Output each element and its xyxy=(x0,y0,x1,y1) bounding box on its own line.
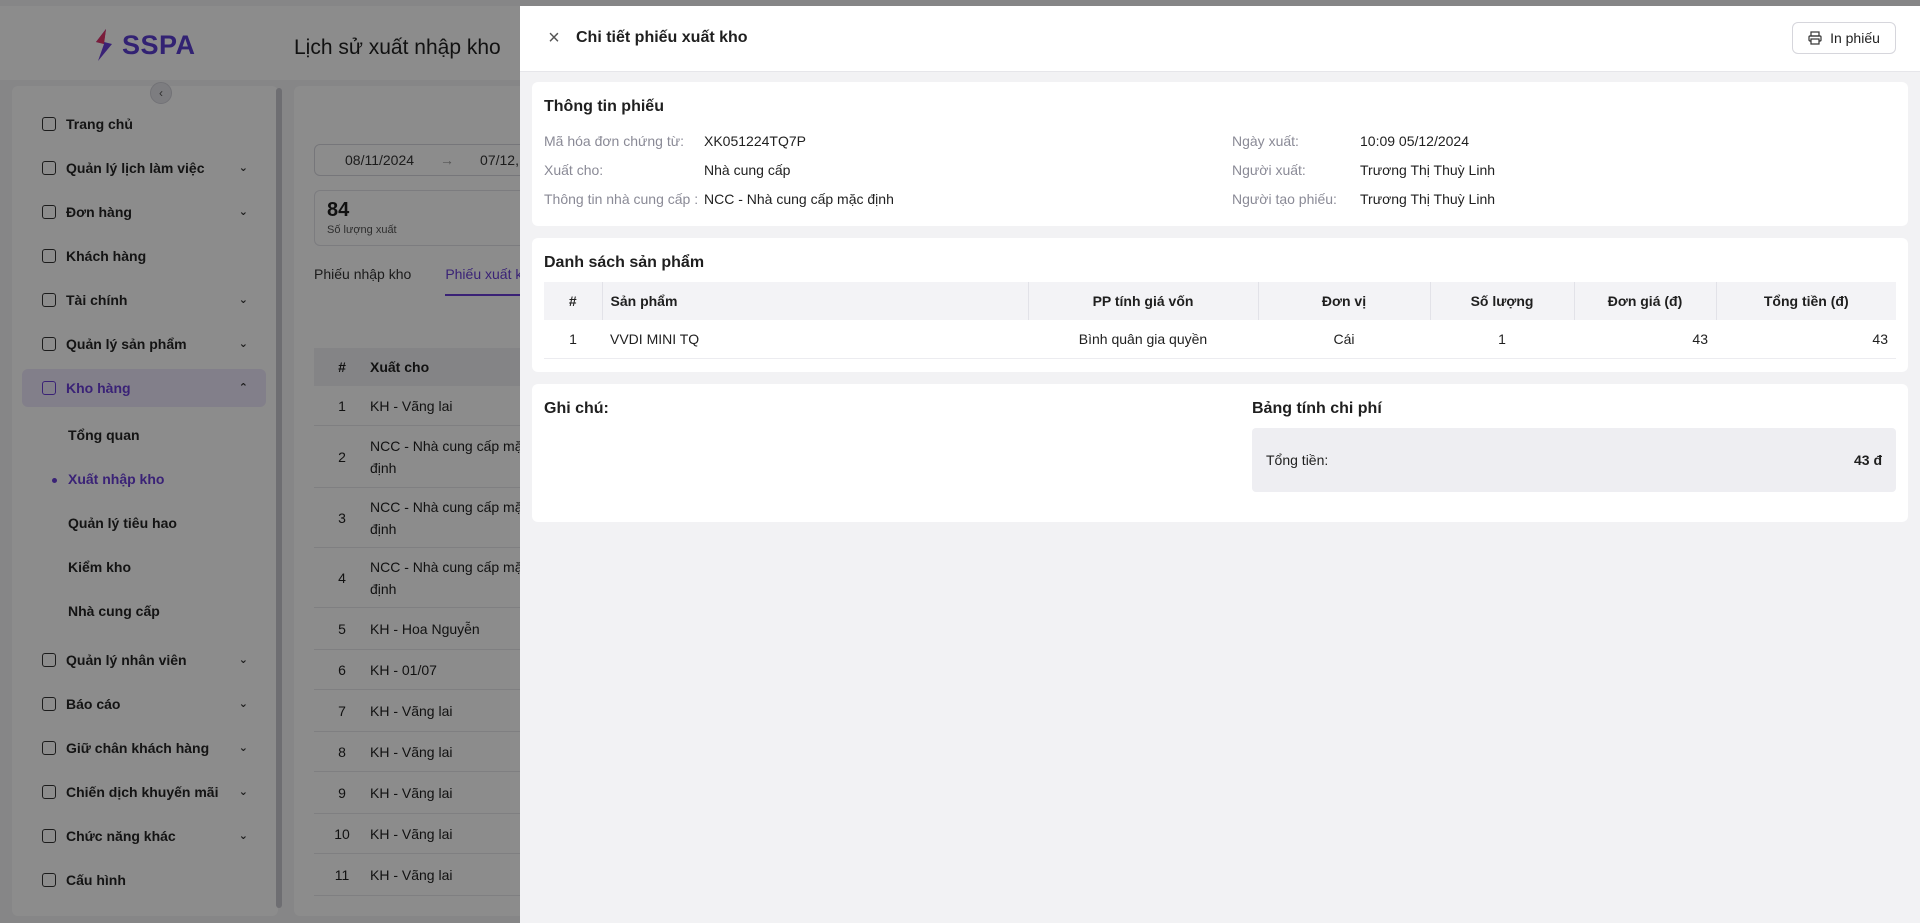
export-slip-detail-drawer: × Chi tiết phiếu xuất kho In phiếu Thông… xyxy=(520,6,1920,923)
column-header: Tổng tiền (đ) xyxy=(1716,282,1896,320)
drawer-title: Chi tiết phiếu xuất kho xyxy=(576,29,748,46)
info-label: Thông tin nhà cung cấp : xyxy=(544,191,699,207)
info-label: Xuất cho: xyxy=(544,162,604,178)
table-header-row: # Sản phẩm PP tính giá vốn Đơn vị Số lượ… xyxy=(544,282,1896,320)
info-value: Trương Thị Thuỳ Linh xyxy=(1360,191,1496,207)
info-label: Mã hóa đơn chứng từ: xyxy=(544,133,684,149)
cost-table-title: Bảng tính chi phí xyxy=(1252,400,1382,417)
cell-unit: Cái xyxy=(1258,320,1430,359)
column-header: Sản phẩm xyxy=(602,282,1029,320)
column-header: Số lượng xyxy=(1430,282,1575,320)
printer-icon xyxy=(1808,31,1822,45)
info-value: Trương Thị Thuỳ Linh xyxy=(1360,162,1496,178)
column-header: Đơn vị xyxy=(1258,282,1431,320)
cell-product: VVDI MINI TQ xyxy=(602,320,1028,359)
product-list-card: Danh sách sản phẩm # Sản phẩm PP tính gi… xyxy=(532,238,1908,372)
table-row[interactable]: 1 VVDI MINI TQ Bình quân gia quyền Cái 1… xyxy=(544,320,1896,359)
cost-summary-box: Tổng tiền: 43 đ xyxy=(1252,428,1896,492)
cell-unit-price: 43 xyxy=(1574,320,1716,359)
column-header: # xyxy=(544,282,603,320)
column-header: PP tính giá vốn xyxy=(1028,282,1259,320)
notes-cost-card: Ghi chú: Bảng tính chi phí Tổng tiền: 43… xyxy=(532,384,1908,522)
cell-quantity: 1 xyxy=(1430,320,1574,359)
total-value: 43 đ xyxy=(1853,452,1882,468)
close-button[interactable]: × xyxy=(544,28,564,48)
info-value: XK051224TQ7P xyxy=(704,133,806,149)
cell-total: 43 xyxy=(1716,320,1896,359)
info-value: NCC - Nhà cung cấp mặc định xyxy=(704,191,894,207)
product-list-title: Danh sách sản phẩm xyxy=(544,254,705,271)
close-icon: × xyxy=(548,27,560,49)
column-header: Đơn giá (đ) xyxy=(1574,282,1717,320)
info-value: 10:09 05/12/2024 xyxy=(1360,133,1469,149)
print-button[interactable]: In phiếu xyxy=(1792,22,1896,54)
cell-index: 1 xyxy=(544,320,602,359)
slip-info-title: Thông tin phiếu xyxy=(544,98,664,115)
info-label: Người xuất: xyxy=(1232,162,1306,178)
info-label: Ngày xuất: xyxy=(1232,133,1299,149)
info-value: Nhà cung cấp xyxy=(704,162,791,178)
total-label: Tổng tiền: xyxy=(1266,452,1329,468)
slip-info-card: Thông tin phiếu Mã hóa đơn chứng từ: XK0… xyxy=(532,82,1908,226)
info-label: Người tạo phiếu: xyxy=(1232,191,1337,207)
drawer-header: × Chi tiết phiếu xuất kho In phiếu xyxy=(520,6,1920,72)
product-table: # Sản phẩm PP tính giá vốn Đơn vị Số lượ… xyxy=(544,282,1896,359)
cell-cost-method: Bình quân gia quyền xyxy=(1028,320,1258,359)
print-label: In phiếu xyxy=(1830,30,1880,46)
notes-title: Ghi chú: xyxy=(544,400,609,417)
